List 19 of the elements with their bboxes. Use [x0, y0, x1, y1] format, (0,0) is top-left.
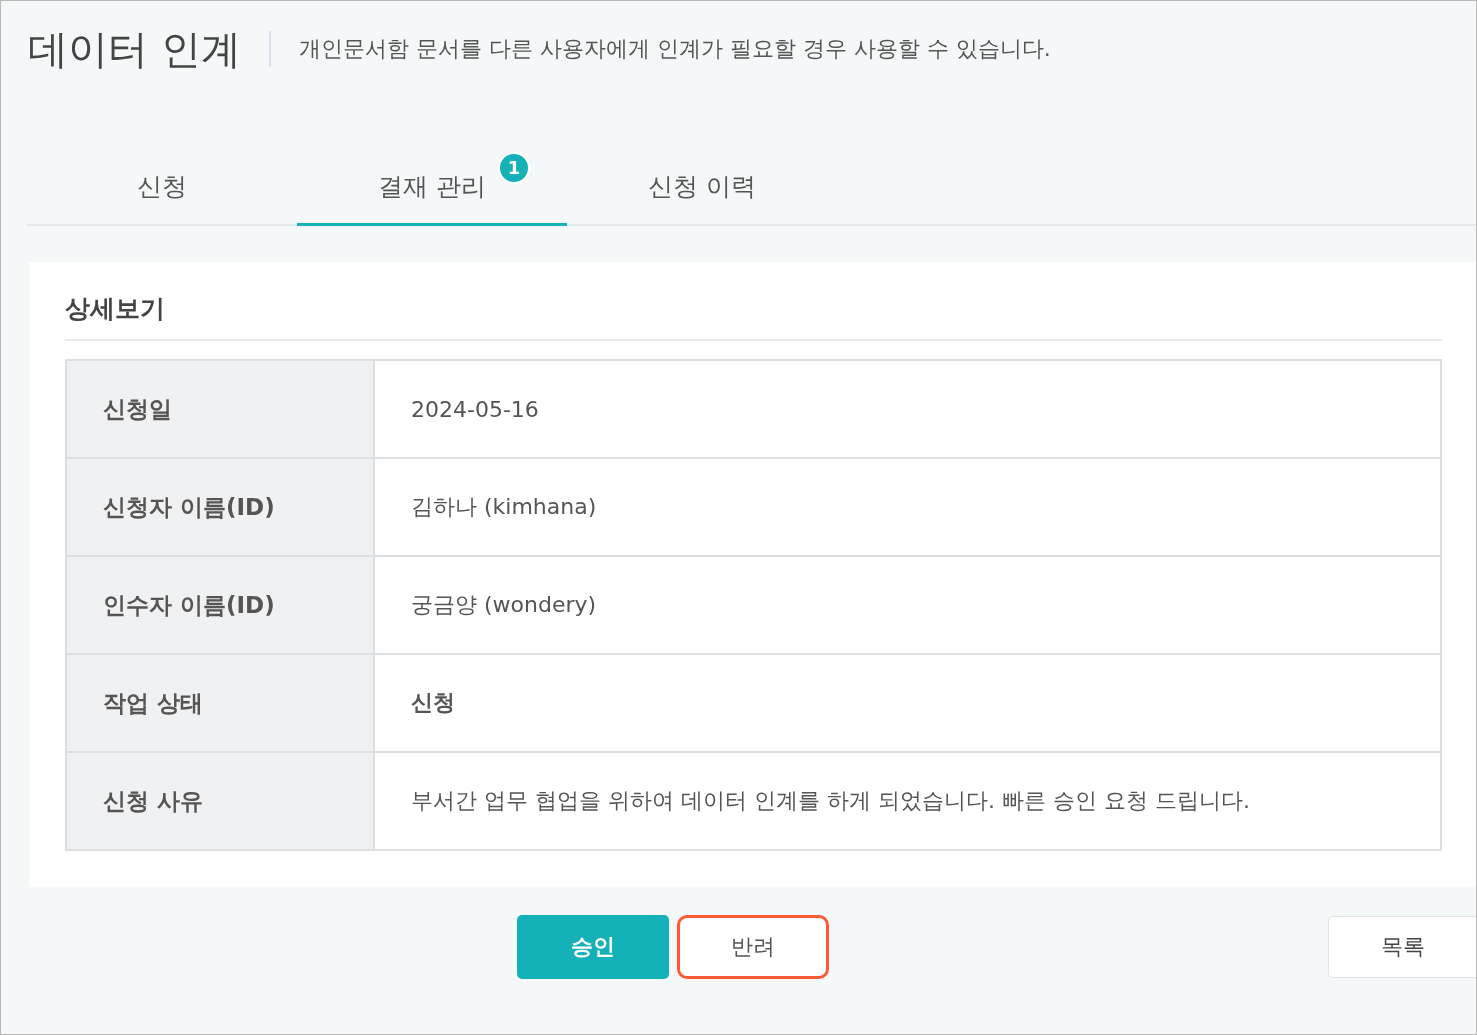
label-cell: 신청자 이름(ID) — [67, 459, 375, 555]
count-badge: 1 — [497, 151, 530, 184]
tab[interactable]: 신청 — [27, 149, 297, 226]
value-cell-text: 신청 — [410, 689, 456, 717]
tab[interactable]: 신청 이력 — [567, 149, 837, 226]
tab[interactable]: 결재 관리 1 — [297, 149, 567, 226]
value-cell-text: 김하나 (kimhana) — [410, 493, 598, 521]
page-description: 개인문서함 문서를 다른 사용자에게 인계가 필요할 경우 사용할 수 있습니다. — [298, 35, 1051, 63]
page-title: 데이터 인계 — [28, 24, 241, 74]
label-cell: 신청일 — [67, 361, 375, 457]
value-cell-text: 2024-05-16 — [410, 395, 540, 424]
value-cell-text: 부서간 업무 협업을 위하여 데이터 인계를 하게 되었습니다. 빠른 승인 요청 드립니다. — [410, 787, 1251, 815]
label-cell: 인수자 이름(ID) — [67, 557, 375, 653]
label-cell: 신청 사유 — [67, 753, 375, 849]
section-title: 상세보기 — [65, 292, 1442, 341]
reject-button[interactable]: 반려 — [677, 915, 829, 979]
label-cell: 작업 상태 — [67, 655, 375, 751]
list-button[interactable]: 목록 — [1328, 916, 1476, 978]
value-cell-text: 궁금양 (wondery) — [410, 591, 598, 619]
